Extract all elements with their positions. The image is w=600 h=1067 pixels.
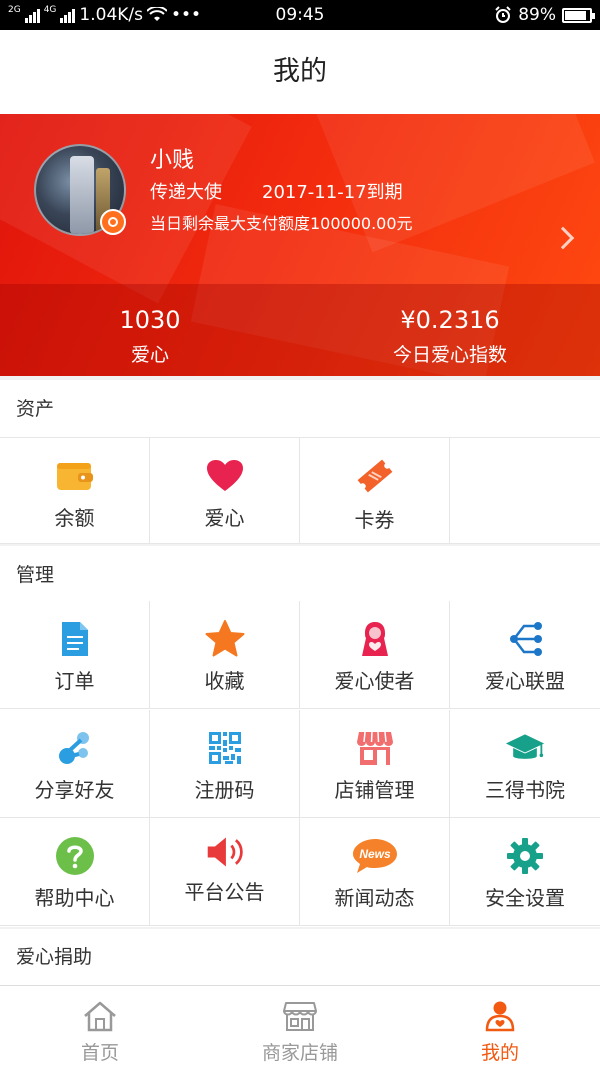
profile-stats: 1030 爱心 ¥0.2316 今日爱心指数 [0,284,600,376]
membership-expiry: 2017-11-17到期 [262,182,403,203]
status-bar: 2G 4G 1.04K/s ••• 09:45 89% [0,0,600,30]
avatar-photo-element [70,156,94,234]
grid-item-label: 安全设置 [485,886,565,911]
heart-icon [205,456,245,496]
assets-grid: 余额 爱心 卡券 [0,438,600,544]
document-icon [55,619,95,659]
grid-item-label: 卡券 [354,508,395,532]
profile-banner[interactable]: 小贱 传递大使 2017-11-17到期 当日剩余最大支付额度100000.00… [0,114,600,376]
news-badge-text: News [359,847,391,861]
grid-item-love[interactable]: 爱心 [150,438,300,544]
grid-item-regcode[interactable]: 注册码 [150,709,300,818]
grid-item-label: 订单 [54,669,95,693]
shop-icon [283,1002,317,1031]
network-icon [505,619,545,659]
tab-mine[interactable]: 我的 [400,986,600,1067]
wallet-icon [55,456,95,496]
graduation-cap-icon [505,728,545,768]
help-icon [55,836,95,876]
gear-icon [505,836,545,876]
messenger-icon [355,619,395,659]
stat-value: 1030 [119,306,181,334]
user-role: 传递大使 [150,182,222,203]
qrcode-icon [205,728,245,768]
grid-item-academy[interactable]: 三得书院 [450,710,600,818]
chevron-right-icon[interactable] [551,226,575,250]
stat-value: ¥0.2316 [400,306,500,334]
battery-percent: 89% [518,5,556,25]
tab-label: 商家店铺 [261,1042,338,1064]
payment-limit: 当日剩余最大支付额度100000.00元 [150,214,413,233]
star-icon [205,619,245,659]
section-title-assets: 资产 [0,380,600,438]
tab-shops[interactable]: 商家店铺 [200,986,400,1067]
tab-label: 首页 [80,1042,119,1064]
home-icon [84,1001,116,1032]
grid-item-announcements[interactable]: 平台公告 [150,818,300,927]
tab-home[interactable]: 首页 [0,986,200,1067]
grid-item-help[interactable]: 帮助中心 [0,818,150,927]
grid-item-store-manage[interactable]: 店铺管理 [300,709,450,818]
user-name: 小贱 [150,148,195,173]
grid-item-label: 帮助中心 [34,886,115,911]
stat-love-points[interactable]: 1030 爱心 [0,284,300,376]
section-title-management: 管理 [0,546,600,604]
grid-item-news[interactable]: News 新闻动态 [300,818,450,927]
grid-item-balance[interactable]: 余额 [0,438,150,544]
stat-label: 爱心 [130,344,169,366]
stat-label: 今日爱心指数 [392,344,507,366]
news-icon: News [350,836,400,876]
grid-item-coupons[interactable]: 卡券 [300,438,450,544]
grid-item-messenger[interactable]: 爱心使者 [300,601,450,709]
user-icon [485,1001,515,1032]
medal-icon [100,209,126,235]
grid-item-alliance[interactable]: 爱心联盟 [450,601,600,709]
grid-item-favorites[interactable]: 收藏 [150,601,300,709]
grid-item-label: 新闻动态 [334,886,415,911]
bottom-tab-bar: 首页 商家店铺 我的 [0,985,600,1067]
page-title: 我的 [0,30,600,114]
grid-item-empty [450,438,600,544]
grid-item-label: 收藏 [204,669,245,693]
grid-item-share[interactable]: 分享好友 [0,709,150,818]
grid-item-orders[interactable]: 订单 [0,601,150,709]
ticket-icon [355,456,395,496]
grid-item-label: 爱心使者 [334,669,415,693]
grid-item-label: 三得书院 [485,777,565,802]
section-title-donation: 爱心捐助 [0,929,600,985]
store-icon [355,728,395,768]
stat-love-index[interactable]: ¥0.2316 今日爱心指数 [300,284,600,376]
grid-item-label: 余额 [54,506,95,530]
grid-item-label: 爱心 [204,506,245,530]
grid-item-label: 平台公告 [184,880,265,905]
management-grid: 订单 收藏 爱心使者 爱心联盟 分享好友 注册码 店铺管理 三得书院 帮助中心 … [0,601,600,927]
battery-icon [562,7,595,23]
grid-item-label: 店铺管理 [334,777,415,802]
grid-item-label: 分享好友 [34,777,115,802]
share-icon [55,728,95,768]
grid-item-label: 注册码 [194,777,255,802]
speaker-icon [205,832,245,872]
grid-item-security[interactable]: 安全设置 [450,818,600,927]
grid-item-label: 爱心联盟 [485,669,565,693]
alarm-icon [495,6,511,23]
tab-label: 我的 [480,1042,519,1064]
